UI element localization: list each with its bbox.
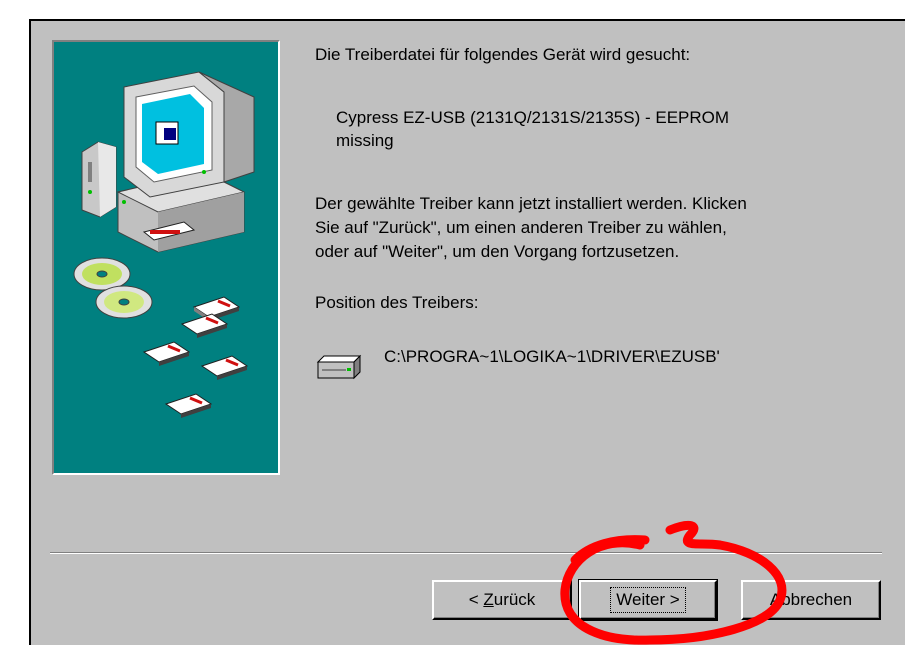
device-name-line1: Cypress EZ-USB (2131Q/2131S/2135S) - EEP… bbox=[336, 108, 730, 127]
computer-illustration-icon bbox=[73, 71, 255, 418]
driver-location-label: Position des Treibers: bbox=[315, 293, 479, 312]
floppy-disk-icon bbox=[142, 296, 249, 418]
info-text-line1: Der gewählte Treiber kann jetzt installi… bbox=[315, 194, 747, 213]
cd-disc-icon bbox=[73, 257, 153, 319]
next-button[interactable]: Weiter > bbox=[578, 579, 718, 621]
search-heading: Die Treiberdatei für folgendes Gerät wir… bbox=[315, 45, 691, 64]
cancel-button-label: Abbrechen bbox=[769, 590, 853, 609]
next-button-label: Weiter > bbox=[610, 587, 686, 613]
info-text-line3: oder auf "Weiter", um den Vorgang fortzu… bbox=[315, 242, 680, 261]
monitor-icon bbox=[123, 71, 255, 198]
button-divider bbox=[50, 552, 882, 554]
tower-icon bbox=[81, 141, 117, 218]
back-button[interactable]: < Zurück bbox=[432, 580, 572, 620]
cancel-button[interactable]: Abbrechen bbox=[741, 580, 881, 620]
back-button-label: < Zurück bbox=[468, 590, 536, 609]
info-text-line2: Sie auf "Zurück", um einen anderen Treib… bbox=[315, 218, 727, 237]
wizard-illustration bbox=[52, 40, 280, 475]
device-name-line2: missing bbox=[336, 131, 394, 150]
hard-drive-icon bbox=[316, 354, 362, 380]
driver-path: C:\PROGRA~1\LOGIKA~1\DRIVER\EZUSB' bbox=[384, 347, 720, 366]
